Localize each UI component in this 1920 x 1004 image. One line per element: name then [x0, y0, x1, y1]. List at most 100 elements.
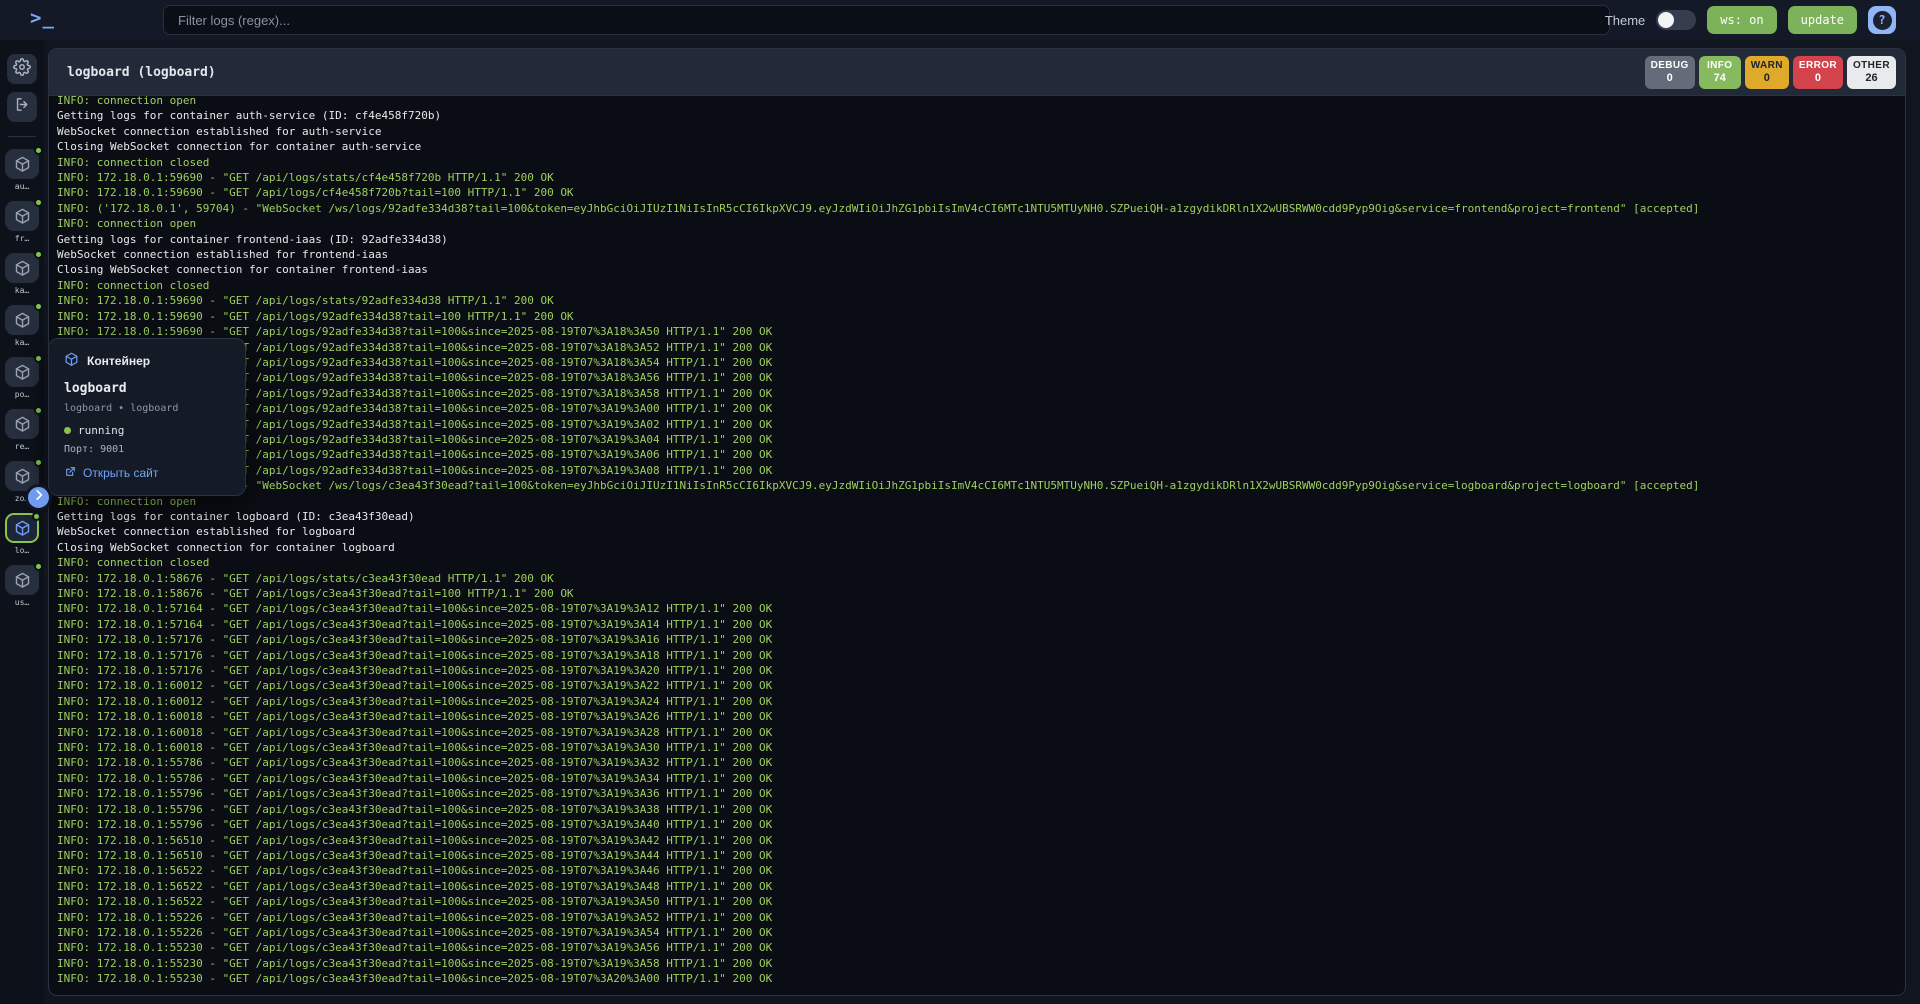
log-line: INFO: 172.18.0.1:59690 - "GET /api/logs/…: [57, 386, 1905, 401]
log-line: INFO: 172.18.0.1:56510 - "GET /api/logs/…: [57, 848, 1905, 863]
sidebar-container-item[interactable]: us…: [4, 565, 40, 607]
chevron-right-icon: [32, 488, 46, 507]
badge-count: 26: [1865, 72, 1877, 85]
log-line: INFO: 172.18.0.1:59690 - "GET /api/logs/…: [57, 185, 1905, 200]
level-badge[interactable]: OTHER 26: [1847, 56, 1896, 89]
log-line: INFO: 172.18.0.1:60018 - "GET /api/logs/…: [57, 709, 1905, 724]
log-line: INFO: 172.18.0.1:55796 - "GET /api/logs/…: [57, 817, 1905, 832]
log-line: INFO: 172.18.0.1:57164 - "GET /api/logs/…: [57, 617, 1905, 632]
badge-label: INFO: [1707, 60, 1733, 72]
tooltip-title: Контейнер: [87, 354, 150, 368]
level-badge[interactable]: INFO 74: [1699, 56, 1741, 89]
running-status-dot: [34, 354, 43, 363]
container-label: lo…: [15, 546, 29, 555]
container-cube-icon: [5, 149, 39, 179]
sidebar-container-item[interactable]: lo…: [4, 513, 40, 555]
log-line: Getting logs for container frontend-iaas…: [57, 232, 1905, 247]
log-line: INFO: 172.18.0.1:59690 - "GET /api/logs/…: [57, 309, 1905, 324]
log-line: INFO: 172.18.0.1:59690 - "GET /api/logs/…: [57, 340, 1905, 355]
log-line: INFO: 172.18.0.1:56522 - "GET /api/logs/…: [57, 879, 1905, 894]
sidebar-container-item[interactable]: re…: [4, 409, 40, 451]
log-line: INFO: 172.18.0.1:59690 - "GET /api/logs/…: [57, 324, 1905, 339]
theme-toggle[interactable]: [1656, 10, 1696, 30]
container-label: re…: [15, 442, 29, 451]
log-line: INFO: 172.18.0.1:55226 - "GET /api/logs/…: [57, 925, 1905, 940]
log-line: INFO: connection closed: [57, 555, 1905, 570]
container-cube-icon: [5, 409, 39, 439]
help-button[interactable]: ?: [1868, 6, 1896, 34]
running-status-dot: [34, 562, 43, 571]
log-line: INFO: 172.18.0.1:56510 - "GET /api/logs/…: [57, 833, 1905, 848]
sidebar-container-item[interactable]: ka…: [4, 305, 40, 347]
sidebar-expand-button[interactable]: [25, 484, 52, 511]
external-link-icon: [64, 465, 77, 481]
log-line: INFO: 172.18.0.1:55230 - "GET /api/logs/…: [57, 971, 1905, 986]
log-line: WebSocket connection established for fro…: [57, 247, 1905, 262]
theme-toggle-knob: [1658, 12, 1674, 28]
open-site-link[interactable]: Открыть сайт: [64, 465, 230, 481]
log-line: INFO: 172.18.0.1:58676 - "GET /api/logs/…: [57, 571, 1905, 586]
status-text: running: [78, 424, 124, 437]
log-line: INFO: 172.18.0.1:60012 - "GET /api/logs/…: [57, 694, 1905, 709]
log-line: INFO: 172.18.0.1:59690 - "GET /api/logs/…: [57, 401, 1905, 416]
sidebar-container-item[interactable]: fr…: [4, 201, 40, 243]
tooltip-port: Порт: 9001: [64, 444, 230, 455]
container-cube-icon: [5, 513, 39, 543]
ws-toggle-button[interactable]: ws: on: [1707, 6, 1776, 34]
level-badge[interactable]: ERROR 0: [1793, 56, 1843, 89]
log-line: INFO: 172.18.0.1:60018 - "GET /api/logs/…: [57, 740, 1905, 755]
sidebar: au… fr…: [0, 40, 44, 1004]
sidebar-container-list: au… fr…: [4, 149, 40, 617]
log-line: Closing WebSocket connection for contain…: [57, 139, 1905, 154]
logout-button[interactable]: [7, 92, 37, 122]
container-label: po…: [15, 390, 29, 399]
container-cube-icon: [5, 565, 39, 595]
log-line: INFO: 172.18.0.1:57176 - "GET /api/logs/…: [57, 663, 1905, 678]
log-line: WebSocket connection established for aut…: [57, 124, 1905, 139]
cube-icon: [64, 352, 79, 370]
tooltip-header: Контейнер: [64, 352, 230, 370]
log-line: Closing WebSocket connection for contain…: [57, 262, 1905, 277]
container-cube-icon: [5, 305, 39, 335]
log-line: INFO: 172.18.0.1:58676 - "GET /api/logs/…: [57, 586, 1905, 601]
running-status-dot: [34, 406, 43, 415]
log-line: INFO: 172.18.0.1:57164 - "GET /api/logs/…: [57, 601, 1905, 616]
log-line: INFO: connection open: [57, 93, 1905, 108]
badge-count: 0: [1667, 72, 1673, 85]
badge-label: DEBUG: [1651, 60, 1689, 72]
status-dot-icon: [64, 427, 71, 434]
log-output[interactable]: INFO: connection openGetting logs for co…: [49, 93, 1905, 995]
tooltip-status: running: [64, 424, 230, 437]
log-line: INFO: 172.18.0.1:55230 - "GET /api/logs/…: [57, 940, 1905, 955]
level-badge[interactable]: WARN 0: [1745, 56, 1789, 89]
container-label: ka…: [15, 338, 29, 347]
log-line: Closing WebSocket connection for contain…: [57, 540, 1905, 555]
level-badge[interactable]: DEBUG 0: [1645, 56, 1695, 89]
log-line: INFO: 172.18.0.1:55796 - "GET /api/logs/…: [57, 802, 1905, 817]
log-line: INFO: 172.18.0.1:59690 - "GET /api/logs/…: [57, 417, 1905, 432]
log-line: INFO: 172.18.0.1:55786 - "GET /api/logs/…: [57, 755, 1905, 770]
badge-count: 0: [1764, 72, 1770, 85]
log-line: INFO: 172.18.0.1:60012 - "GET /api/logs/…: [57, 678, 1905, 693]
badge-count: 0: [1815, 72, 1821, 85]
container-tooltip: Контейнер logboard logboard • logboard r…: [48, 338, 246, 496]
filter-input[interactable]: [163, 5, 1610, 35]
log-panel: logboard (logboard) DEBUG 0 INFO 74 WARN…: [48, 48, 1906, 996]
update-button[interactable]: update: [1788, 6, 1857, 34]
sidebar-container-item[interactable]: au…: [4, 149, 40, 191]
level-badges: DEBUG 0 INFO 74 WARN 0 ERROR 0 OTHER 26: [1645, 56, 1896, 89]
running-status-dot: [34, 302, 43, 311]
log-line: INFO: 172.18.0.1:57176 - "GET /api/logs/…: [57, 648, 1905, 663]
sidebar-container-item[interactable]: ka…: [4, 253, 40, 295]
log-line: INFO: 172.18.0.1:59690 - "GET /api/logs/…: [57, 293, 1905, 308]
log-line: Getting logs for container auth-service …: [57, 108, 1905, 123]
log-line: INFO: 172.18.0.1:55796 - "GET /api/logs/…: [57, 786, 1905, 801]
container-cube-icon: [5, 201, 39, 231]
settings-button[interactable]: [7, 54, 37, 84]
sidebar-container-item[interactable]: po…: [4, 357, 40, 399]
sidebar-divider: [8, 136, 36, 137]
container-label: us…: [15, 598, 29, 607]
tooltip-container-name: logboard: [64, 381, 230, 396]
container-label: fr…: [15, 234, 29, 243]
open-site-label: Открыть сайт: [83, 466, 158, 480]
